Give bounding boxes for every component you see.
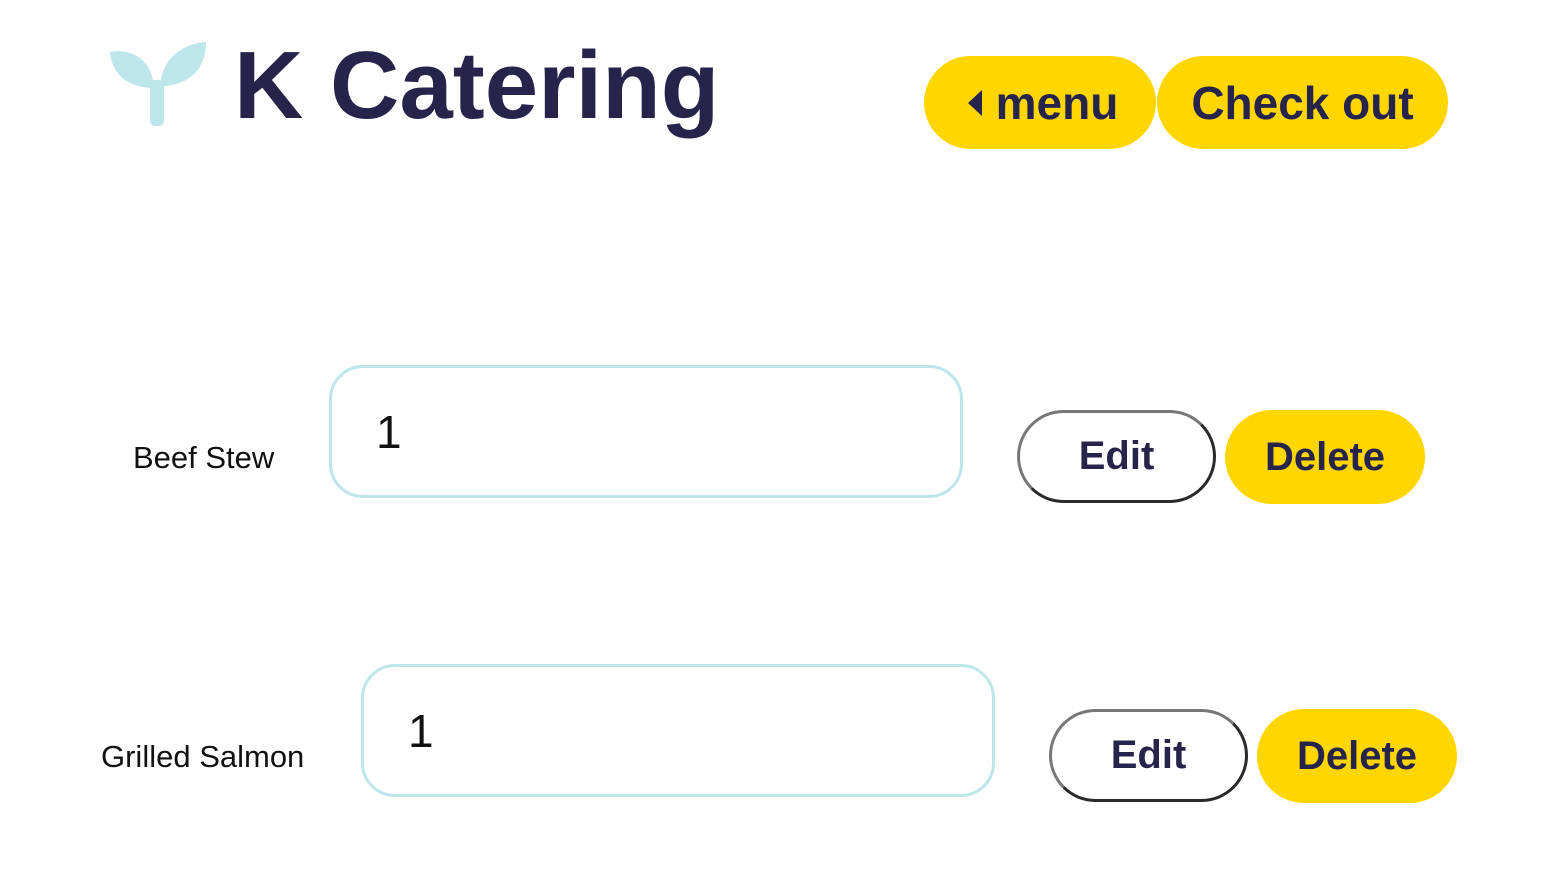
brand-title: K Catering <box>234 32 720 139</box>
caret-left-icon <box>967 89 982 116</box>
delete-button[interactable]: Delete <box>1257 709 1457 803</box>
menu-button-label: menu <box>995 76 1119 129</box>
quantity-input[interactable] <box>329 365 963 498</box>
item-name: Grilled Salmon <box>101 739 305 774</box>
edit-button[interactable]: Edit <box>1049 709 1248 802</box>
delete-button[interactable]: Delete <box>1225 410 1425 504</box>
delete-button-label: Delete <box>1296 733 1418 778</box>
item-name: Beef Stew <box>133 440 275 475</box>
sprout-icon <box>108 40 208 128</box>
edit-button-label: Edit <box>1078 434 1155 478</box>
menu-button[interactable]: menu <box>924 56 1156 149</box>
quantity-input[interactable] <box>361 664 995 797</box>
edit-button[interactable]: Edit <box>1017 410 1216 503</box>
edit-button-label: Edit <box>1110 733 1187 777</box>
delete-button-label: Delete <box>1264 434 1386 479</box>
checkout-button-label: Check out <box>1191 76 1414 129</box>
checkout-button[interactable]: Check out <box>1157 56 1448 149</box>
